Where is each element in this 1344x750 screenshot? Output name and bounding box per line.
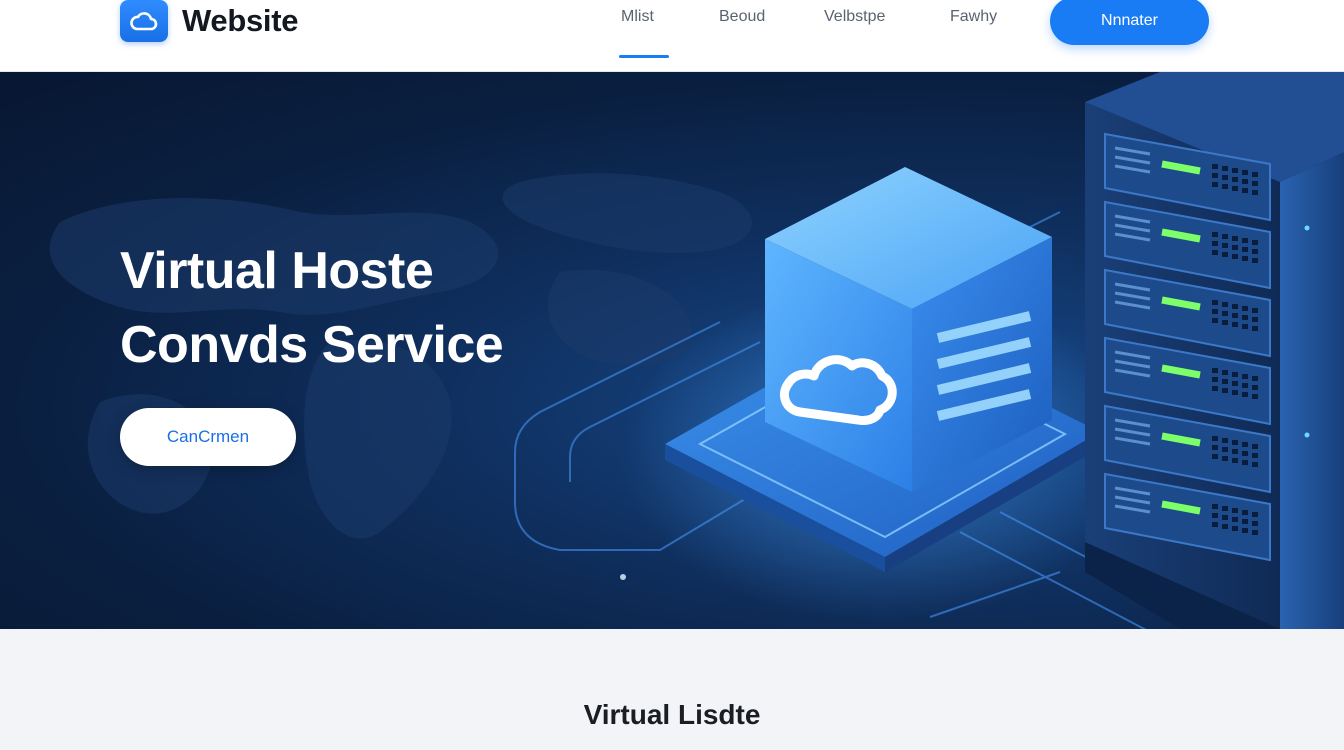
content-section: Virtual Lisdte xyxy=(0,629,1344,750)
server-rack-icon xyxy=(1085,72,1344,629)
header-cta-button[interactable]: Nnnater xyxy=(1050,0,1209,45)
nav-link-1[interactable]: Mlist xyxy=(621,8,654,26)
site-header: Website Mlist Beoud Velbstpe Fawhy Nnnat… xyxy=(0,0,1344,72)
active-nav-indicator xyxy=(619,55,669,58)
section-title: Virtual Lisdte xyxy=(583,699,761,730)
hero-title-line-2: Convds Service xyxy=(120,316,504,374)
nav-link-2[interactable]: Beoud xyxy=(719,8,765,26)
hero-cta-button[interactable]: CanCrmen xyxy=(120,408,296,466)
hero-title-line-1: Virtual Hoste xyxy=(120,242,434,300)
hero-banner: Virtual Hoste Convds Service CanCrmen xyxy=(0,72,1344,629)
hero-title: Virtual Hoste Convds Service xyxy=(120,234,640,382)
nav-link-4[interactable]: Fawhy xyxy=(950,8,997,26)
nav-link-3[interactable]: Velbstpe xyxy=(824,8,885,26)
